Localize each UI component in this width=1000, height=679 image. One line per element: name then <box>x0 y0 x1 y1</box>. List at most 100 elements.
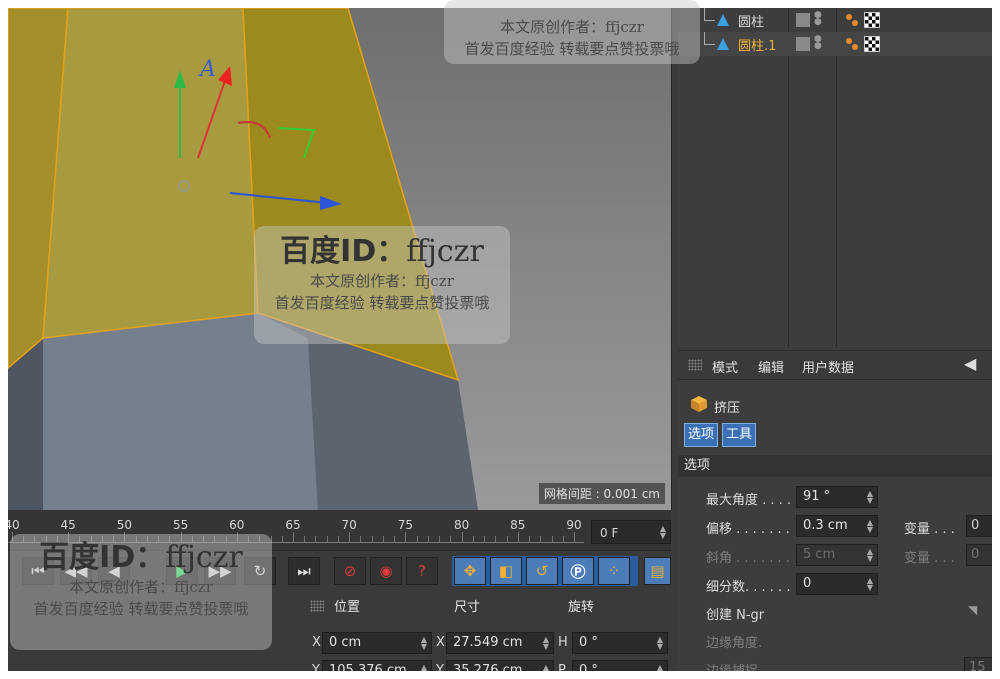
spin-arrows-icon[interactable]: ▲▼ <box>657 636 663 651</box>
scale-tool-button[interactable]: ◧ <box>490 557 522 585</box>
watermark-center: 百度ID：ffjczr 本文原创作者：ffjczr 首发百度经验 转载要点赞投票… <box>254 226 510 344</box>
rotate-tool-button[interactable]: ↺ <box>526 557 558 585</box>
material-tag-icon[interactable] <box>864 12 880 28</box>
extrude-face-front <box>42 8 259 339</box>
size-x-value: 27.549 cm <box>453 635 523 650</box>
parameter-button[interactable]: Ⓟ <box>562 557 594 585</box>
watermark-line2: 首发百度经验 转载要点赞投票哦 <box>33 600 249 618</box>
spin-arrows-icon[interactable]: ▲▼ <box>867 548 873 563</box>
watermark-title: 百度ID：ffjczr <box>10 540 272 576</box>
film-button[interactable]: ▤ <box>644 557 671 585</box>
edge-snap-field[interactable]: 15 <box>964 657 992 671</box>
menu-user-data[interactable]: 用户数据 <box>802 357 854 376</box>
spin-arrows-icon[interactable]: ▲▼ <box>867 577 873 592</box>
variance-label-disabled: 变量 . . . <box>904 551 955 566</box>
size-x-field[interactable]: 27.549 cm ▲ ▼ <box>446 632 554 654</box>
object-row-cylinder[interactable]: 圆柱 ● ● <box>678 8 992 32</box>
timeline-tick <box>281 536 283 542</box>
timeline-tick <box>574 532 575 542</box>
variance-field-disabled[interactable]: 0 % <box>966 544 992 566</box>
offset-field[interactable]: 0.3 cm ▲ ▼ <box>796 515 878 537</box>
subdivision-field[interactable]: 0 ▲ ▼ <box>796 573 878 595</box>
material-tag-icon[interactable] <box>864 36 880 52</box>
rotate-icon: ↺ <box>535 562 549 580</box>
render-visibility-icon[interactable]: ● ● <box>814 11 822 27</box>
spin-arrows-icon[interactable]: ▲▼ <box>660 525 666 540</box>
scale-icon: ◧ <box>498 562 514 580</box>
autokey-icon: ◉ <box>379 562 393 580</box>
phong-tag-icon[interactable] <box>844 12 860 28</box>
cylinder-icon <box>717 14 729 26</box>
object-name: 圆柱.1 <box>738 39 777 54</box>
grid-spacing-label: 网格间距 : 0.001 cm <box>538 483 665 504</box>
column-divider <box>788 8 789 348</box>
checkbox-icon[interactable]: ◥ <box>968 603 977 617</box>
spin-arrows-icon[interactable]: ▲▼ <box>657 664 663 672</box>
spin-arrows-icon[interactable]: ▲▼ <box>421 636 427 651</box>
spin-arrows-icon[interactable]: ▲▼ <box>543 636 549 651</box>
tab-options[interactable]: 选项 <box>684 423 719 447</box>
coordinate-manager: 位置 尺寸 旋转 X 0 cm ▲ ▼ X 27.549 cm ▲ ▼ H 0 ° ▲ ▼ … <box>298 590 671 671</box>
timeline-tick-label: 85 <box>510 518 526 532</box>
panel-grip-icon[interactable] <box>310 600 324 612</box>
watermark-title: 百度ID：ffjczr <box>254 234 510 270</box>
pos-axis-label: X <box>312 635 321 650</box>
menu-edit[interactable]: 编辑 <box>758 357 784 376</box>
timeline-tick <box>394 536 396 542</box>
timeline-tick <box>484 536 486 542</box>
watermark-line2: 首发百度经验 转载要点赞投票哦 <box>274 294 490 312</box>
size-y-value: 35.276 cm <box>453 663 523 671</box>
editor-visibility-icon[interactable] <box>796 37 810 51</box>
timeline-tick <box>304 536 306 542</box>
variance-field[interactable]: 0 % <box>966 515 992 537</box>
editor-visibility-icon[interactable] <box>796 13 810 27</box>
spin-arrows-icon[interactable]: ▲▼ <box>867 490 873 505</box>
spin-arrows-icon[interactable]: ▲▼ <box>421 664 427 672</box>
position-y-field[interactable]: 105.376 cm ▲▼ <box>322 660 432 671</box>
tab-tool[interactable]: 工具 <box>722 423 757 447</box>
phong-tag-icon[interactable] <box>844 36 860 52</box>
timeline-tick-label: 70 <box>341 518 357 532</box>
size-header: 尺寸 <box>454 600 481 615</box>
position-header: 位置 <box>334 600 361 615</box>
rotation-p-value: 0 ° <box>579 663 598 671</box>
timeline-tick <box>562 536 564 542</box>
parameter-p-icon: Ⓟ <box>570 562 586 581</box>
timeline-tick <box>450 536 452 542</box>
back-arrow-icon[interactable]: ◀ <box>964 354 976 373</box>
rotation-h-field[interactable]: 0 ° ▲ ▼ <box>572 632 668 654</box>
spin-arrows-icon[interactable]: ▲▼ <box>867 519 873 534</box>
timeline-tick-label: 80 <box>453 518 470 532</box>
section-header: 选项 <box>678 455 992 477</box>
current-frame-field[interactable]: 0 F ▲ ▼ <box>591 520 671 544</box>
bevel-field[interactable]: 5 cm ▲ ▼ <box>796 544 878 566</box>
spin-arrows-icon[interactable]: ▲▼ <box>543 664 549 672</box>
points-button[interactable]: ⁘ <box>598 557 630 585</box>
keyframe-selection-button[interactable]: ? <box>406 557 438 585</box>
rotation-p-field[interactable]: 0 ° ▲▼ <box>572 660 668 671</box>
timeline-tick <box>517 532 519 542</box>
column-divider <box>836 8 837 348</box>
menu-mode[interactable]: 模式 <box>712 357 738 376</box>
panel-grip-icon[interactable] <box>688 359 702 371</box>
timeline-tick <box>439 536 441 542</box>
timeline-tick-label: 75 <box>397 518 414 532</box>
subdivision-label: 细分数. . . . . . <box>706 580 791 595</box>
timeline-tick <box>461 532 463 542</box>
watermark-line1: 本文原创作者：ffjczr <box>500 18 644 36</box>
offset-label: 偏移 . . . . . . . <box>706 522 790 537</box>
timeline-tick-label: 65 <box>285 518 301 532</box>
rotation-h-value: 0 ° <box>579 635 598 650</box>
goto-end-button[interactable]: ⏭ <box>288 557 320 585</box>
autokey-button[interactable]: ◉ <box>370 557 402 585</box>
render-visibility-icon[interactable]: ● ● <box>814 35 822 51</box>
move-tool-button[interactable]: ✥ <box>454 557 486 585</box>
bevel-value: 5 cm <box>803 547 836 562</box>
object-row-cylinder-1[interactable]: 圆柱.1 ● ● <box>678 32 992 56</box>
position-x-field[interactable]: 0 cm ▲ ▼ <box>322 632 432 654</box>
record-button[interactable]: ⊘ <box>334 557 366 585</box>
timeline-tick-label: 60 <box>229 518 245 532</box>
size-y-field[interactable]: 35.276 cm ▲▼ <box>446 660 554 671</box>
max-angle-field[interactable]: 91 ° ▲ ▼ <box>796 486 878 508</box>
timeline-tick <box>427 536 429 542</box>
